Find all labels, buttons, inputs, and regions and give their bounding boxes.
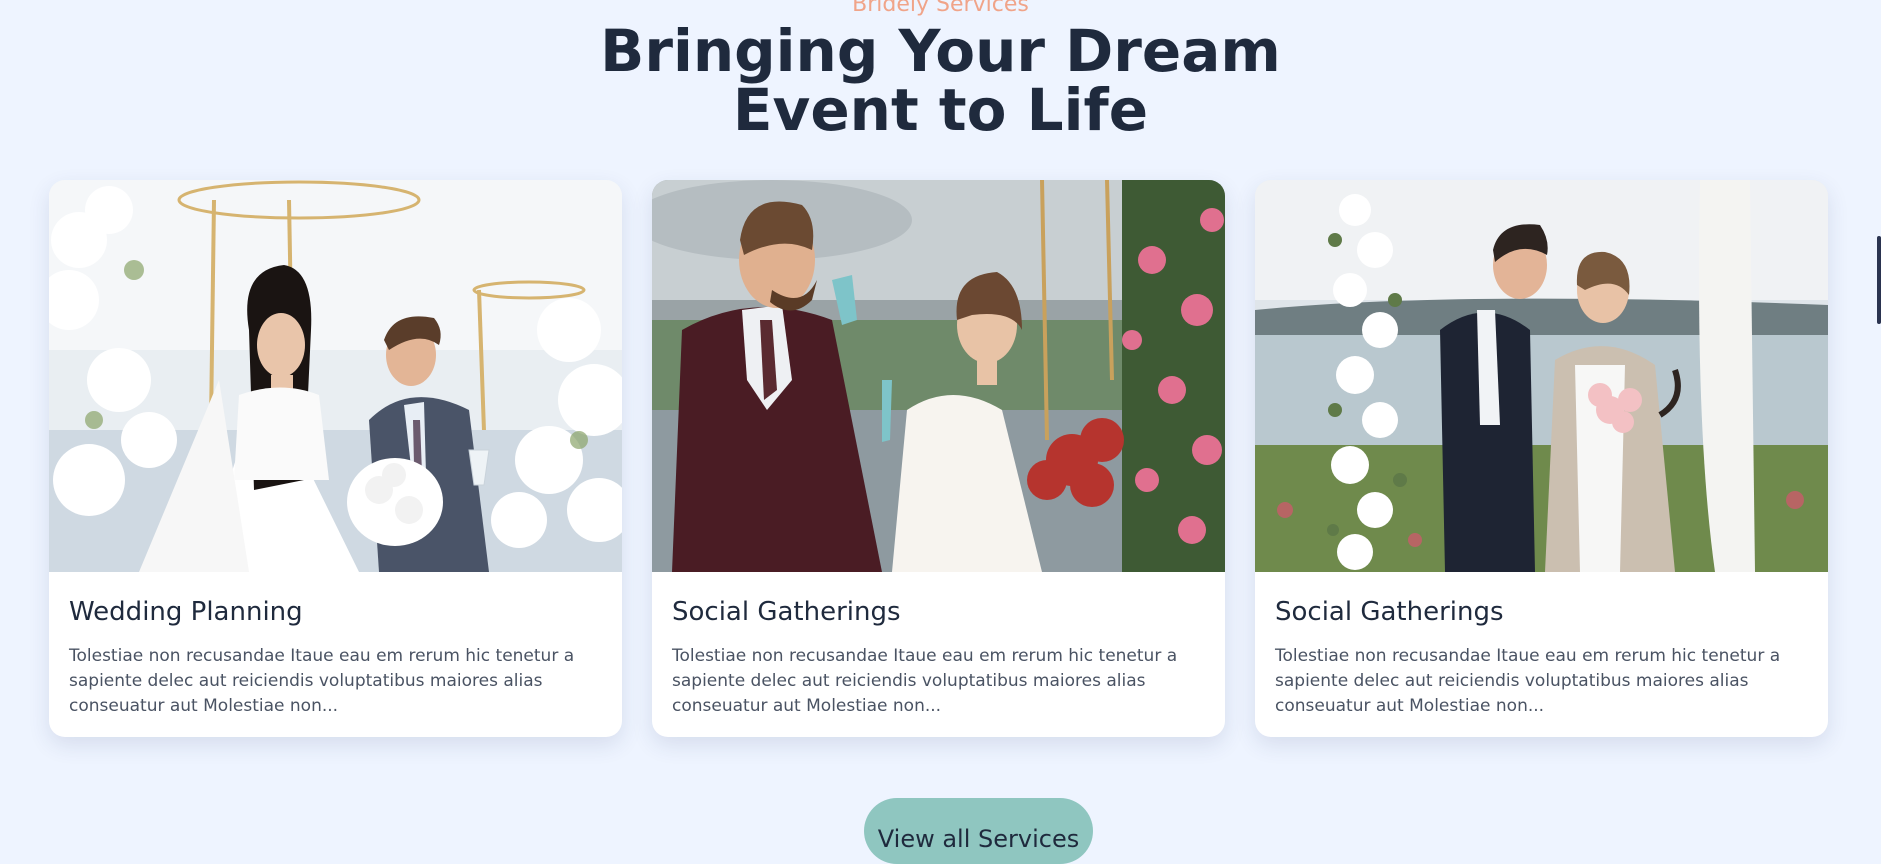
wedding-couple-photo	[49, 180, 622, 572]
card-title: Social Gatherings	[1275, 597, 1504, 627]
section-eyebrow: Bridely Services	[852, 0, 1029, 17]
couple-toast-photo	[652, 180, 1225, 572]
section-heading: Bringing Your Dream Event to Life	[0, 22, 1881, 140]
couple-by-lake-photo	[1255, 180, 1828, 572]
card-description: Tolestiae non recusandae Itaue eau em re…	[672, 646, 1178, 716]
card-description: Tolestiae non recusandae Itaue eau em re…	[69, 646, 575, 716]
section-heading-line-1: Bringing Your Dream	[600, 17, 1281, 85]
service-card-social-gatherings-1[interactable]: Social Gatherings Tolestiae non recusand…	[652, 180, 1225, 737]
service-card-social-gatherings-2[interactable]: Social Gatherings Tolestiae non recusand…	[1255, 180, 1828, 737]
scrollbar-thumb[interactable]	[1877, 236, 1881, 324]
card-title: Wedding Planning	[69, 597, 303, 627]
card-description: Tolestiae non recusandae Itaue eau em re…	[1275, 646, 1781, 716]
view-all-services-button[interactable]: View all Services	[864, 798, 1093, 864]
service-card-wedding-planning[interactable]: Wedding Planning Tolestiae non recusanda…	[49, 180, 622, 737]
section-heading-line-2: Event to Life	[732, 76, 1149, 144]
card-title: Social Gatherings	[672, 597, 901, 627]
